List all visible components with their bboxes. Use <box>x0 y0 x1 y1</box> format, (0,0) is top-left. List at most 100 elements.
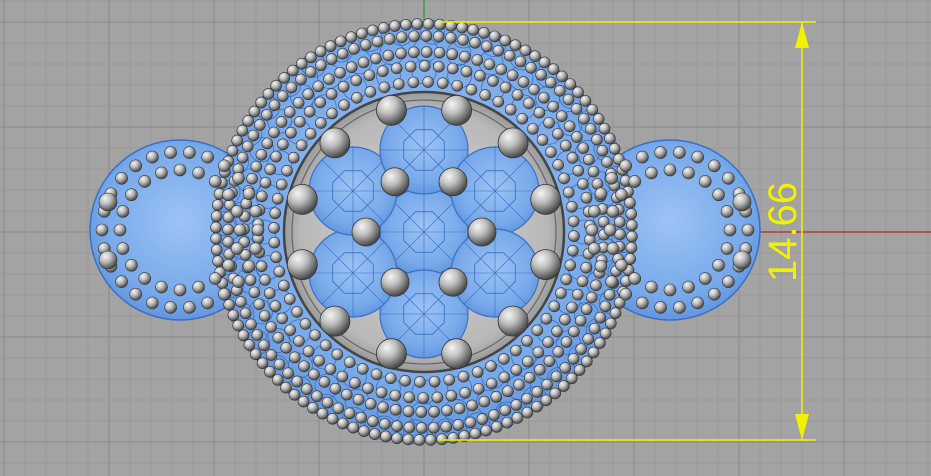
bead-prong <box>492 95 505 108</box>
bead-prong <box>138 175 152 188</box>
bead-prong <box>255 96 267 109</box>
bead-prong <box>291 306 303 318</box>
bead-prong <box>691 296 704 310</box>
bead-prong <box>235 296 247 308</box>
bead-prong <box>551 325 563 338</box>
bead-prong <box>598 122 611 135</box>
bead-prong <box>222 188 235 202</box>
bead-prong <box>567 215 580 228</box>
bead-prong <box>95 223 109 237</box>
bead-prong <box>377 401 389 414</box>
bead-prong <box>480 424 492 437</box>
bead-prong <box>521 406 534 419</box>
bead-prong <box>236 124 249 137</box>
bead-prong <box>504 103 517 116</box>
bead-prong <box>250 160 263 173</box>
bead-prong <box>242 187 256 201</box>
bead-prong <box>599 300 612 313</box>
bead-prong <box>336 370 349 383</box>
bead-prong <box>599 327 612 340</box>
bead-prong <box>576 275 589 288</box>
bead-prong <box>325 53 338 65</box>
bead-prong <box>231 134 243 147</box>
bead-prong <box>326 413 339 425</box>
bead-prong <box>521 392 533 405</box>
bead-prong <box>428 421 440 434</box>
bead-prong <box>445 389 458 402</box>
bead-prong <box>223 298 235 311</box>
bead-prong <box>566 372 578 385</box>
scene-canvas[interactable]: 14.66 <box>0 0 931 476</box>
bead-prong <box>554 84 566 97</box>
bead-prong <box>323 73 335 85</box>
bead-prong <box>222 223 234 236</box>
bead-prong <box>443 374 456 386</box>
bead-prong <box>495 63 508 76</box>
bead-prong <box>98 250 118 270</box>
bead-prong <box>578 112 590 125</box>
bead-prong <box>391 420 403 432</box>
bead-prong <box>155 280 168 294</box>
bead-prong <box>460 65 473 78</box>
bead-prong <box>708 287 721 301</box>
bead-prong <box>568 325 580 338</box>
bead-prong <box>218 287 231 301</box>
bead-prong <box>255 260 268 273</box>
bead-prong <box>125 258 138 272</box>
bead-prong <box>459 50 471 63</box>
bead-prong <box>474 69 486 82</box>
bead-prong <box>264 163 277 176</box>
bead-prong <box>534 363 546 376</box>
bead-prong <box>567 352 580 365</box>
center-prong <box>467 217 497 247</box>
bead-prong <box>420 46 433 58</box>
bead-prong <box>281 165 293 177</box>
bead-prong <box>389 403 402 416</box>
bead-prong <box>548 300 561 313</box>
bead-prong <box>502 385 514 398</box>
bead-prong <box>377 65 389 77</box>
bead-prong <box>615 258 628 272</box>
bead-prong <box>316 407 329 420</box>
bead-prong <box>417 392 430 404</box>
bead-prong <box>407 76 420 89</box>
ring-model[interactable] <box>89 18 761 446</box>
bead-prong <box>487 75 499 87</box>
bead-prong <box>236 151 249 164</box>
bead-prong <box>309 329 321 341</box>
bead-prong <box>248 105 261 118</box>
bead-prong <box>560 336 573 348</box>
bead-prong <box>691 150 704 164</box>
bead-prong <box>249 205 263 218</box>
bead-prong <box>345 61 358 73</box>
viewport-top[interactable]: 14.66 <box>0 0 931 476</box>
bead-prong <box>113 223 127 237</box>
bead-prong <box>476 413 489 425</box>
bead-prong <box>253 298 265 311</box>
bead-prong <box>303 105 316 118</box>
bead-prong <box>336 47 349 60</box>
bead-prong <box>605 171 618 185</box>
bead-prong <box>613 216 626 228</box>
bead-prong <box>542 336 554 349</box>
bead-prong <box>262 88 275 100</box>
bead-prong <box>451 79 464 92</box>
bead-prong <box>233 223 247 237</box>
bead-prong <box>436 77 449 89</box>
bead-prong <box>384 372 397 385</box>
bead-prong <box>98 192 118 212</box>
bead-prong <box>292 97 305 109</box>
bead-prong <box>370 52 382 65</box>
bead-prong <box>404 60 417 73</box>
bead-prong <box>261 137 274 150</box>
bead-prong <box>606 242 620 255</box>
bead-prong <box>446 62 459 75</box>
bead-prong <box>541 378 553 391</box>
bead-prong <box>545 146 557 158</box>
bead-prong <box>271 374 284 386</box>
bead-prong <box>521 355 534 368</box>
bead-prong <box>510 399 523 411</box>
bead-prong <box>587 346 600 359</box>
bead-prong <box>391 432 403 445</box>
bead-prong <box>269 300 282 312</box>
